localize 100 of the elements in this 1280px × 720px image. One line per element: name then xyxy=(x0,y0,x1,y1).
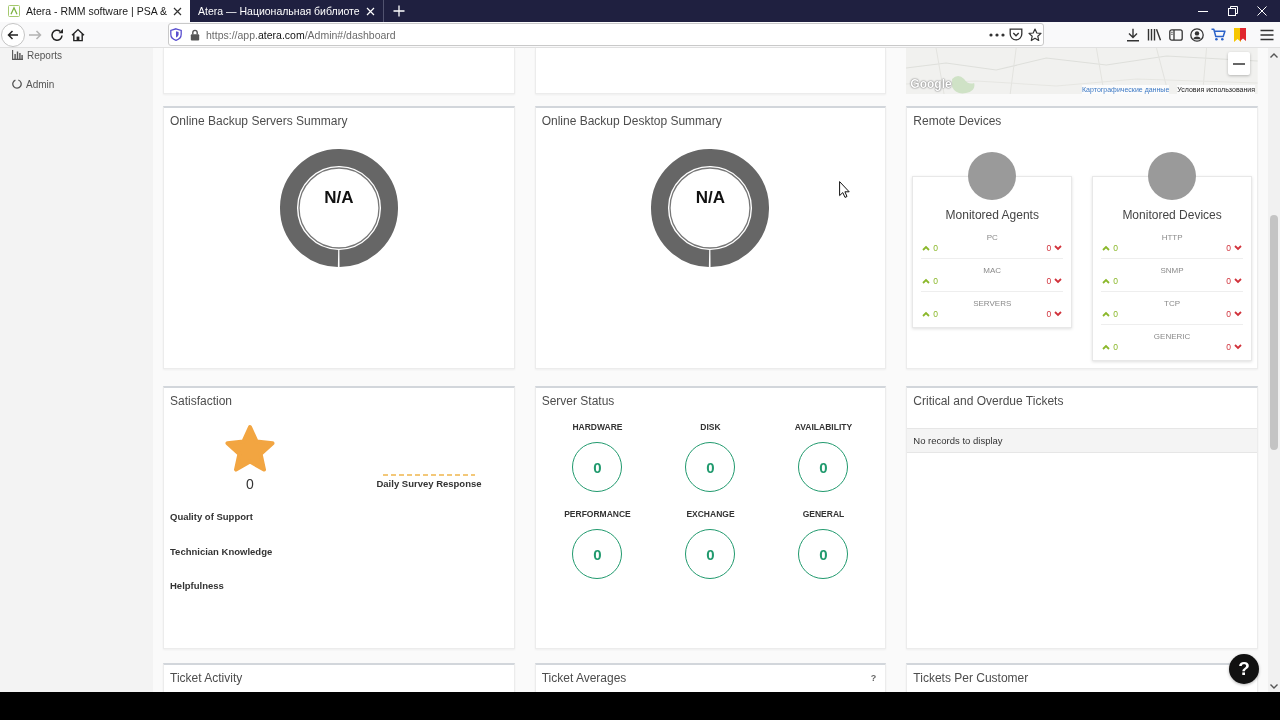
close-icon[interactable] xyxy=(173,6,183,16)
card-title: Ticket Activity xyxy=(170,670,243,686)
status-count: 0 xyxy=(685,529,736,579)
up-count: 0 xyxy=(933,309,939,319)
down-count: 0 xyxy=(1226,276,1231,286)
status-count: 0 xyxy=(798,442,849,492)
status-count: 0 xyxy=(572,442,623,492)
caret-down-icon xyxy=(1234,245,1242,251)
caret-up-icon xyxy=(1102,245,1111,251)
scrollbar[interactable] xyxy=(1268,48,1280,692)
donut-center-label: N/A xyxy=(324,188,354,208)
flag-icon[interactable] xyxy=(1234,27,1246,42)
up-count: 0 xyxy=(933,243,939,253)
down-count: 0 xyxy=(1226,243,1231,253)
dashed-line-icon xyxy=(383,474,475,476)
device-type-label: GENERIC xyxy=(1153,332,1191,341)
star-icon xyxy=(224,424,276,474)
address-field[interactable]: https://app.atera.com/Admin#/dashboard xyxy=(168,23,1044,46)
status-label: PERFORMANCE xyxy=(564,509,631,520)
caret-up-icon xyxy=(1102,278,1111,284)
shield-icon[interactable] xyxy=(170,28,182,41)
menu-icon[interactable] xyxy=(1260,28,1274,41)
empty-table-row: No records to display xyxy=(907,428,1257,453)
card-title: Ticket Averages xyxy=(541,670,627,686)
status-label: GENERAL xyxy=(802,509,845,520)
down-count: 0 xyxy=(1046,276,1052,286)
status-label: DISK xyxy=(700,422,721,433)
sidebar-link[interactable]: Admin xyxy=(12,77,55,91)
star-icon[interactable] xyxy=(1028,27,1042,42)
minus-icon[interactable] xyxy=(1233,62,1245,65)
down-count: 0 xyxy=(1226,309,1231,319)
rating-category: Helpfulness xyxy=(170,580,224,591)
card-title: Tickets Per Customer xyxy=(913,670,1029,686)
more-icon[interactable] xyxy=(989,32,1005,37)
card-title: Online Backup Desktop Summary xyxy=(541,113,722,129)
up-count: 0 xyxy=(1113,276,1118,286)
device-type-label: PC xyxy=(986,233,998,242)
status-count: 0 xyxy=(685,442,736,492)
summary-title: Monitored Agents xyxy=(945,208,1039,222)
scrollbar-thumb[interactable] xyxy=(1270,215,1278,450)
down-count: 0 xyxy=(1046,243,1052,253)
device-type-label: MAC xyxy=(983,266,1002,275)
donut-center-label: N/A xyxy=(695,188,726,208)
up-count: 0 xyxy=(1113,309,1118,319)
summary-title: Monitored Devices xyxy=(1122,208,1222,222)
caret-up-icon xyxy=(922,245,931,251)
card-title: Server Status xyxy=(541,393,615,409)
caret-up-icon xyxy=(922,311,931,317)
up-count: 0 xyxy=(1113,243,1118,253)
caret-down-icon xyxy=(1054,278,1063,284)
caret-down-icon xyxy=(1054,245,1063,251)
disc-icon xyxy=(1148,152,1197,200)
status-label: EXCHANGE xyxy=(686,509,735,520)
account-icon[interactable] xyxy=(1190,27,1204,42)
up-count: 0 xyxy=(933,276,939,286)
lock-icon[interactable] xyxy=(190,28,200,41)
home-icon[interactable] xyxy=(71,27,85,42)
plus-icon[interactable] xyxy=(392,5,405,17)
zoom-out-button[interactable] xyxy=(1228,52,1250,75)
caret-down-icon xyxy=(1234,311,1242,317)
map-logo: Google xyxy=(910,77,952,91)
chevron-tray-icon[interactable] xyxy=(1009,28,1023,41)
legend-label: Daily Survey Response xyxy=(376,478,482,490)
mouse-pointer-icon xyxy=(839,181,850,198)
favicon-icon xyxy=(8,5,20,17)
caret-up-icon[interactable] xyxy=(1270,53,1278,58)
disc-icon xyxy=(968,152,1017,200)
caret-up-icon xyxy=(1102,311,1111,317)
down-count: 0 xyxy=(1226,342,1231,352)
up-count: 0 xyxy=(1113,342,1118,352)
bar-chart-icon[interactable] xyxy=(12,50,23,60)
cart-icon[interactable] xyxy=(1210,28,1226,41)
device-type-label: HTTP xyxy=(1161,233,1183,242)
download-icon[interactable] xyxy=(1126,27,1140,42)
device-type-label: SERVERS xyxy=(973,299,1012,308)
sidebar-link[interactable]: Reports xyxy=(12,48,62,62)
device-type-label: SNMP xyxy=(1160,266,1184,275)
caret-up-icon xyxy=(922,278,931,284)
rating-category: Quality of Support xyxy=(170,511,253,522)
status-count: 0 xyxy=(798,529,849,579)
caret-down-icon xyxy=(1054,311,1063,317)
card-title: Remote Devices xyxy=(913,113,1002,129)
restore-icon[interactable] xyxy=(1227,6,1238,16)
status-label: HARDWARE xyxy=(572,422,623,433)
satisfaction-score: 0 xyxy=(246,476,254,492)
reload-icon[interactable] xyxy=(50,27,64,42)
browser-tab[interactable]: Atera - RMM software | PSA & xyxy=(0,0,191,22)
device-type-label: TCP xyxy=(1164,299,1181,308)
status-count: 0 xyxy=(572,529,623,579)
caret-up-icon xyxy=(1102,344,1111,350)
rating-category: Technician Knowledge xyxy=(170,545,273,557)
caret-down-icon xyxy=(1234,344,1242,350)
card-title: Online Backup Servers Summary xyxy=(170,113,348,129)
status-label: AVAILABILITY xyxy=(794,422,853,433)
sidebar-icon[interactable] xyxy=(1169,28,1183,41)
card-title: Critical and Overdue Tickets xyxy=(913,393,1064,409)
library-icon[interactable] xyxy=(1146,28,1162,41)
ring-icon[interactable] xyxy=(12,79,22,89)
help-link[interactable]: ? xyxy=(870,670,877,686)
caret-down-icon[interactable] xyxy=(1270,684,1278,689)
